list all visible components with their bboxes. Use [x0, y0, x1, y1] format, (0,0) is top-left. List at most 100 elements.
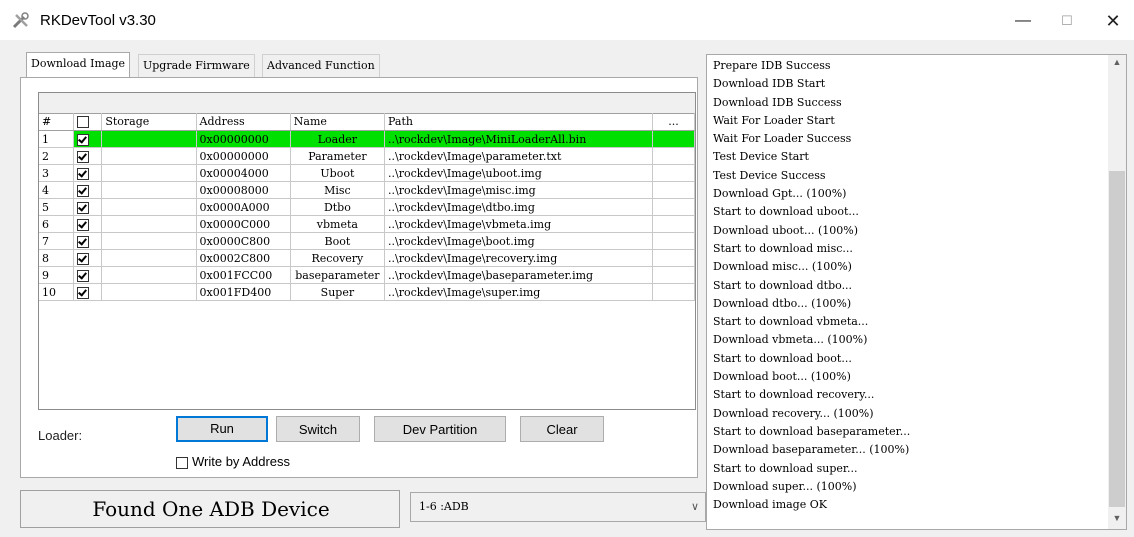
row-address[interactable]: 0x0000C800	[196, 232, 291, 250]
row-checkbox-icon[interactable]	[77, 201, 90, 214]
row-more[interactable]	[652, 181, 695, 199]
dev-partition-button[interactable]: Dev Partition	[374, 416, 506, 442]
row-checkbox-icon[interactable]	[77, 269, 90, 282]
row-path[interactable]: ..\rockdev\Image\recovery.img	[384, 249, 654, 267]
row-name[interactable]: Parameter	[290, 147, 386, 165]
row-address[interactable]: 0x001FCC00	[196, 266, 291, 284]
row-more[interactable]	[652, 147, 695, 165]
row-storage[interactable]	[101, 232, 197, 250]
row-more[interactable]	[652, 164, 695, 182]
row-checkbox-icon[interactable]	[77, 133, 90, 146]
row-more[interactable]	[652, 249, 695, 267]
row-storage[interactable]	[101, 181, 197, 199]
col-header-num[interactable]: #	[39, 113, 75, 131]
switch-button[interactable]: Switch	[276, 416, 360, 442]
row-number[interactable]: 6	[39, 215, 75, 233]
row-storage[interactable]	[101, 249, 197, 267]
scroll-thumb[interactable]	[1109, 171, 1125, 507]
row-name[interactable]: vbmeta	[290, 215, 386, 233]
table-row[interactable]: 3 0x00004000 Uboot ..\rockdev\Image\uboot.i…	[39, 164, 695, 182]
device-select[interactable]: 1-6 :ADB ∨	[410, 492, 706, 522]
tab-advanced-function[interactable]: Advanced Function	[262, 54, 380, 77]
row-more[interactable]	[652, 283, 695, 301]
row-number[interactable]: 8	[39, 249, 75, 267]
row-name[interactable]: Super	[290, 283, 386, 301]
row-name[interactable]: Boot	[290, 232, 386, 250]
row-number[interactable]: 4	[39, 181, 75, 199]
row-address[interactable]: 0x0002C800	[196, 249, 291, 267]
col-header-address[interactable]: Address	[196, 113, 291, 131]
table-row[interactable]: 6 0x0000C000 vbmeta ..\rockdev\Image\vbmeta…	[39, 215, 695, 233]
col-header-path[interactable]: Path	[384, 113, 654, 131]
clear-button[interactable]: Clear	[520, 416, 604, 442]
run-button[interactable]: Run	[176, 416, 268, 442]
image-list-table[interactable]: # Storage Address Name Path ... 1 0x00000…	[38, 92, 696, 410]
row-number[interactable]: 9	[39, 266, 75, 284]
row-path[interactable]: ..\rockdev\Image\misc.img	[384, 181, 654, 199]
row-checkbox[interactable]	[73, 181, 103, 199]
row-path[interactable]: ..\rockdev\Image\uboot.img	[384, 164, 654, 182]
row-address[interactable]: 0x0000C000	[196, 215, 291, 233]
table-row[interactable]: 5 0x0000A000 Dtbo ..\rockdev\Image\dtbo.img	[39, 198, 695, 216]
row-more[interactable]	[652, 232, 695, 250]
maximize-icon[interactable]: ☐	[1044, 6, 1090, 36]
row-checkbox-icon[interactable]	[77, 150, 90, 163]
row-number[interactable]: 3	[39, 164, 75, 182]
row-storage[interactable]	[101, 283, 197, 301]
scroll-up-icon[interactable]: ▲	[1108, 57, 1126, 67]
row-path[interactable]: ..\rockdev\Image\super.img	[384, 283, 654, 301]
write-by-address-checkbox[interactable]	[176, 456, 188, 469]
row-path[interactable]: ..\rockdev\Image\vbmeta.img	[384, 215, 654, 233]
row-storage[interactable]	[101, 164, 197, 182]
log-scrollbar[interactable]: ▲ ▼	[1108, 55, 1126, 529]
table-row[interactable]: 7 0x0000C800 Boot ..\rockdev\Image\boot.img	[39, 232, 695, 250]
col-header-name[interactable]: Name	[290, 113, 386, 131]
row-checkbox[interactable]	[73, 130, 103, 148]
row-path[interactable]: ..\rockdev\Image\MiniLoaderAll.bin	[384, 130, 654, 148]
row-checkbox[interactable]	[73, 164, 103, 182]
row-storage[interactable]	[101, 198, 197, 216]
row-name[interactable]: Recovery	[290, 249, 386, 267]
row-name[interactable]: Dtbo	[290, 198, 386, 216]
row-address[interactable]: 0x00004000	[196, 164, 291, 182]
row-path[interactable]: ..\rockdev\Image\dtbo.img	[384, 198, 654, 216]
select-all-checkbox[interactable]	[77, 116, 90, 128]
minimize-icon[interactable]: —	[1000, 6, 1046, 36]
row-checkbox-icon[interactable]	[77, 252, 90, 265]
row-address[interactable]: 0x00008000	[196, 181, 291, 199]
row-more[interactable]	[652, 266, 695, 284]
log-output[interactable]: Prepare IDB Success Download IDB Start Dow…	[706, 54, 1127, 530]
row-number[interactable]: 7	[39, 232, 75, 250]
row-name[interactable]: baseparameter	[290, 266, 386, 284]
row-number[interactable]: 10	[39, 283, 75, 301]
row-path[interactable]: ..\rockdev\Image\baseparameter.img	[384, 266, 654, 284]
row-name[interactable]: Loader	[290, 130, 386, 148]
table-row[interactable]: 10 0x001FD400 Super ..\rockdev\Image\super.…	[39, 283, 695, 301]
row-address[interactable]: 0x001FD400	[196, 283, 291, 301]
row-checkbox-icon[interactable]	[77, 218, 90, 231]
row-number[interactable]: 5	[39, 198, 75, 216]
row-storage[interactable]	[101, 130, 197, 148]
table-row[interactable]: 2 0x00000000 Parameter ..\rockdev\Image\par…	[39, 147, 695, 165]
row-more[interactable]	[652, 130, 695, 148]
row-checkbox-icon[interactable]	[77, 286, 90, 299]
col-header-more[interactable]: ...	[652, 113, 695, 131]
row-name[interactable]: Uboot	[290, 164, 386, 182]
row-checkbox[interactable]	[73, 215, 103, 233]
close-icon[interactable]: ✕	[1090, 6, 1134, 36]
row-address[interactable]: 0x00000000	[196, 147, 291, 165]
row-number[interactable]: 1	[39, 130, 75, 148]
chevron-down-icon[interactable]: ∨	[691, 500, 699, 513]
row-checkbox-icon[interactable]	[77, 235, 90, 248]
row-checkbox-icon[interactable]	[77, 184, 90, 197]
row-checkbox[interactable]	[73, 147, 103, 165]
row-number[interactable]: 2	[39, 147, 75, 165]
row-more[interactable]	[652, 198, 695, 216]
row-more[interactable]	[652, 215, 695, 233]
table-row[interactable]: 9 0x001FCC00 baseparameter ..\rockdev\Image…	[39, 266, 695, 284]
row-storage[interactable]	[101, 147, 197, 165]
col-header-storage[interactable]: Storage	[101, 113, 197, 131]
table-row[interactable]: 8 0x0002C800 Recovery ..\rockdev\Image\reco…	[39, 249, 695, 267]
table-row[interactable]: 1 0x00000000 Loader ..\rockdev\Image\MiniLo…	[39, 130, 695, 148]
table-row[interactable]: 4 0x00008000 Misc ..\rockdev\Image\misc.img	[39, 181, 695, 199]
